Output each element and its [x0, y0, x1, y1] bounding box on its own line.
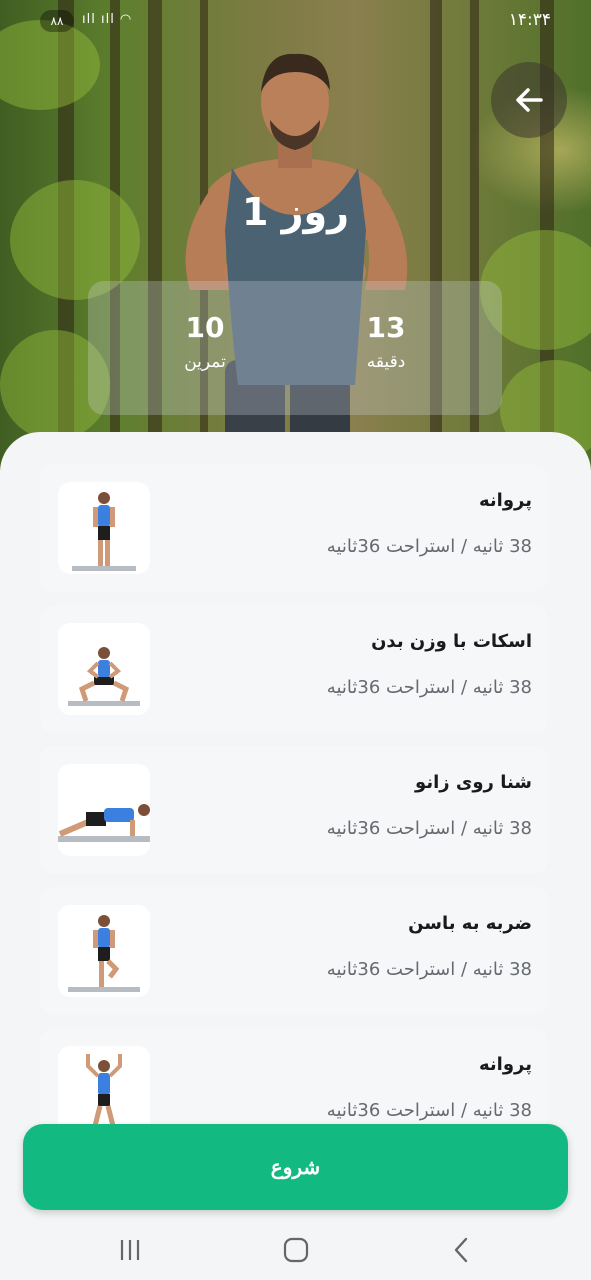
- home-icon: [283, 1237, 309, 1263]
- exercise-item[interactable]: اسکات با وزن بدن 38 ثانیه / استراحت 36ثا…: [40, 605, 548, 733]
- status-bar: ۸۸ ıll ıll ◠ ۱۴:۳۴: [0, 0, 591, 44]
- start-button[interactable]: شروع: [23, 1124, 568, 1210]
- back-button[interactable]: [491, 62, 567, 138]
- exercise-duration: 38 ثانیه / استراحت 36ثانیه: [326, 536, 532, 557]
- exercise-list[interactable]: پروانه 38 ثانیه / استراحت 36ثانیه اسکات …: [0, 452, 591, 1132]
- exercises-label: تمرین: [184, 352, 226, 372]
- system-navigation-bar: [0, 1218, 591, 1280]
- exercise-item[interactable]: پروانه 38 ثانیه / استراحت 36ثانیه: [40, 464, 548, 592]
- exercise-thumbnail: [58, 482, 150, 574]
- exercise-duration: 38 ثانیه / استراحت 36ثانیه: [326, 818, 532, 839]
- exercise-item[interactable]: پروانه 38 ثانیه / استراحت 36ثانیه: [40, 1028, 548, 1132]
- exercise-duration: 38 ثانیه / استراحت 36ثانیه: [326, 1100, 532, 1121]
- exercise-name: پروانه: [479, 1054, 532, 1075]
- recent-apps-button[interactable]: [110, 1230, 150, 1270]
- exercise-duration: 38 ثانیه / استراحت 36ثانیه: [326, 959, 532, 980]
- arrow-left-icon: [516, 88, 543, 112]
- exercise-name: پروانه: [479, 490, 532, 511]
- exercise-thumbnail: [58, 623, 150, 715]
- back-nav-button[interactable]: [442, 1230, 482, 1270]
- exercise-name: ضربه به باسن: [408, 913, 532, 934]
- exercise-item[interactable]: ضربه به باسن 38 ثانیه / استراحت 36ثانیه: [40, 887, 548, 1015]
- exercises-value: 10: [185, 311, 225, 344]
- exercise-thumbnail: [58, 1046, 150, 1132]
- recent-apps-icon: [120, 1240, 140, 1260]
- exercise-name: شنا روی زانو: [415, 772, 532, 793]
- stat-exercises: 10 تمرین: [145, 311, 265, 372]
- stats-card: 13 دقیقه 10 تمرین: [88, 281, 502, 415]
- stat-minutes: 13 دقیقه: [326, 311, 446, 372]
- hero-image: ۸۸ ıll ıll ◠ ۱۴:۳۴ روز 1 13 دقیقه 10 تمر…: [0, 0, 591, 470]
- exercise-item[interactable]: شنا روی زانو 38 ثانیه / استراحت 36ثانیه: [40, 746, 548, 874]
- exercise-thumbnail: [58, 905, 150, 997]
- minutes-label: دقیقه: [366, 352, 406, 372]
- home-button[interactable]: [276, 1230, 316, 1270]
- minutes-value: 13: [366, 311, 406, 344]
- status-time: ۱۴:۳۴: [508, 10, 551, 30]
- exercise-duration: 38 ثانیه / استراحت 36ثانیه: [326, 677, 532, 698]
- battery-indicator: ۸۸: [40, 10, 74, 32]
- exercise-thumbnail: [58, 764, 150, 856]
- exercise-name: اسکات با وزن بدن: [371, 631, 532, 652]
- day-title: روز 1: [241, 190, 350, 234]
- signal-wifi-icon: ıll ıll ◠: [82, 12, 133, 27]
- back-nav-icon: [454, 1237, 468, 1263]
